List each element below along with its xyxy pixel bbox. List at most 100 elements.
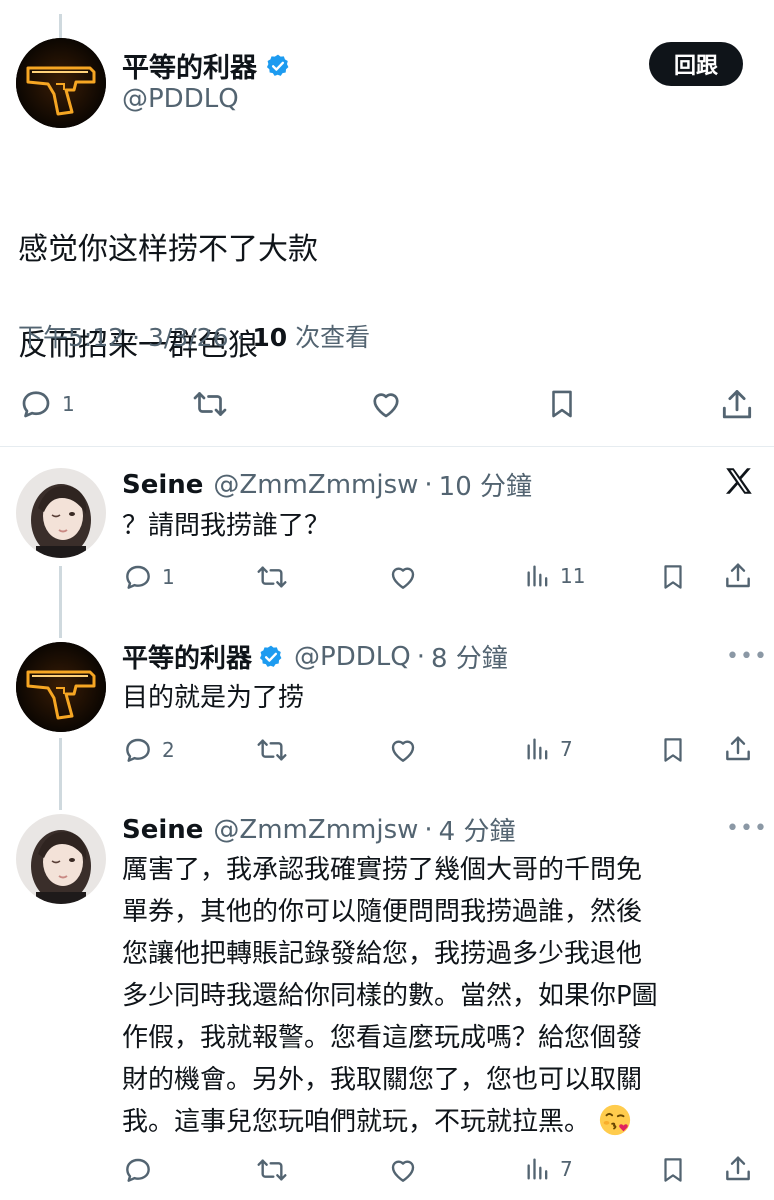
face-blowing-kiss-emoji-icon [600,1104,631,1136]
reply-author-name[interactable]: 平等的利器 [122,638,252,675]
reply-bubble-icon [22,391,50,418]
reply-author-handle[interactable]: @PDDLQ [294,642,411,672]
share-button[interactable] [722,1153,754,1185]
view-label: 次查看 [295,323,371,352]
view-count: 10 [252,323,288,352]
like-button[interactable] [386,734,420,766]
avatar-seine[interactable] [16,814,106,904]
thread-connector [59,738,62,810]
meta-separator: · [424,814,433,845]
reply-text-line: 作假，我就報警。您看這麼玩成嗎？給您個發 [122,1023,643,1053]
heart-icon [373,393,399,418]
reply-author-handle[interactable]: @ZmmZmmjsw [213,470,418,500]
reply-count: 2 [162,738,175,762]
seine-avatar-photo [16,814,106,904]
share-button[interactable] [718,386,756,424]
verified-badge-icon [266,54,289,76]
seine-avatar-photo [16,468,106,558]
meta-separator: · [424,469,433,500]
reply-text: ？請問我捞誰了？ [122,511,331,541]
reply-time[interactable]: 8 分鐘 [431,638,508,675]
meta-separator: · [416,641,425,672]
retweet-button[interactable] [190,386,230,422]
reply-time[interactable]: 10 分鐘 [439,466,532,503]
retweet-button[interactable] [254,1154,290,1186]
share-icon [726,1156,750,1181]
reply-text: 厲害了，我承認我確實捞了幾個大哥的千問免 單券，其他的你可以隨便問問我捞過誰，然… [122,849,762,1143]
avatar-seine[interactable] [16,468,106,558]
reply-button[interactable] [122,1154,162,1186]
analytics-bars-icon [527,1158,548,1180]
thread-connector-top [59,14,62,38]
avatar-pddlq[interactable] [16,642,106,732]
share-icon [726,736,750,761]
reply-text-fragment: 我。這事兒您玩咱們就玩，不玩就拉黑。 [122,1107,591,1137]
reply-author-name[interactable]: Seine [122,470,203,500]
reply-time[interactable]: 4 分鐘 [439,811,516,848]
reply-count: 1 [62,392,75,416]
reply-bubble-icon [126,1158,150,1182]
reply-author-handle[interactable]: @ZmmZmmjsw [213,815,418,845]
view-count: 11 [560,564,586,588]
bookmark-button[interactable] [545,386,579,422]
golden-pistol-avatar-image [16,642,106,732]
bookmark-button[interactable] [658,1154,688,1186]
follow-back-button[interactable]: 回跟 [649,42,743,86]
reply-text-line: 單券，其他的你可以隨便問問我捞過誰，然後 [122,897,643,927]
reply-text-line: 財的機會。另外，我取關您了，您也可以取關 [122,1065,643,1095]
share-button[interactable] [722,733,754,765]
reply-bubble-icon [126,738,150,762]
author-display-name[interactable]: 平等的利器 [122,46,257,85]
reply-button[interactable]: 2 [122,734,175,766]
like-button[interactable] [386,1154,420,1186]
view-count: 7 [560,1157,573,1181]
tweet-action-bar: 1 [18,386,758,426]
bookmark-button[interactable] [658,734,688,766]
retweet-icon [257,1159,287,1181]
reply-button[interactable]: 1 [18,386,75,422]
retweet-button[interactable] [254,734,290,766]
x-logo-icon [725,468,752,494]
reply-header: 平等的利器 @PDDLQ · 8 分鐘 [122,638,508,675]
author-name-row[interactable]: 平等的利器 [122,46,291,85]
views-button[interactable]: 7 [524,734,573,764]
reply-action-bar: 7 [122,1154,758,1188]
like-button[interactable] [367,386,405,422]
bookmark-icon [664,738,682,762]
tweet-detail-page: 平等的利器 @PDDLQ 回跟 感觉你这样捞不了大款 反而招来一群色狼 下午5:… [0,0,774,1200]
reply-text: 目的就是为了捞 [122,683,305,713]
tweet-text-line: 感觉你这样捞不了大款 [18,232,318,267]
more-options-icon[interactable]: ••• [726,816,768,841]
like-button[interactable] [386,561,420,593]
bookmark-icon [664,1158,682,1182]
reply-action-bar: 1 11 [122,561,758,595]
golden-pistol-avatar-image [16,38,106,128]
retweet-icon [193,392,227,416]
reply-header: Seine @ZmmZmmjsw · 4 分鐘 [122,811,515,848]
views-button[interactable]: 7 [524,1154,573,1184]
bookmark-icon [664,565,682,589]
retweet-icon [257,566,287,588]
reply-action-bar: 2 7 [122,734,758,768]
more-options-icon[interactable]: ••• [726,644,768,669]
reply-text-line: 我。這事兒您玩咱們就玩，不玩就拉黑。 [122,1101,762,1143]
tweet-meta: 下午5:12 · 3/3/26 · 10 次查看 [18,318,370,354]
reply-author-name[interactable]: Seine [122,815,203,845]
share-icon [722,390,752,419]
retweet-icon [257,739,287,761]
analytics-bars-icon [527,738,548,760]
reply-header: Seine @ZmmZmmjsw · 10 分鐘 [122,466,532,503]
divider [0,446,774,447]
tweet-text: 感觉你这样捞不了大款 反而招来一群色狼 [18,178,318,418]
author-handle[interactable]: @PDDLQ [122,84,239,114]
reply-button[interactable]: 1 [122,561,175,593]
views-button[interactable]: 11 [524,561,585,591]
heart-icon [391,567,415,589]
tweet-date[interactable]: 3/3/26 [148,323,228,352]
reply-bubble-icon [126,565,150,589]
avatar-pddlq[interactable] [16,38,106,128]
share-button[interactable] [722,560,754,592]
tweet-time[interactable]: 下午5:12 [18,323,124,352]
retweet-button[interactable] [254,561,290,593]
bookmark-button[interactable] [658,561,688,593]
